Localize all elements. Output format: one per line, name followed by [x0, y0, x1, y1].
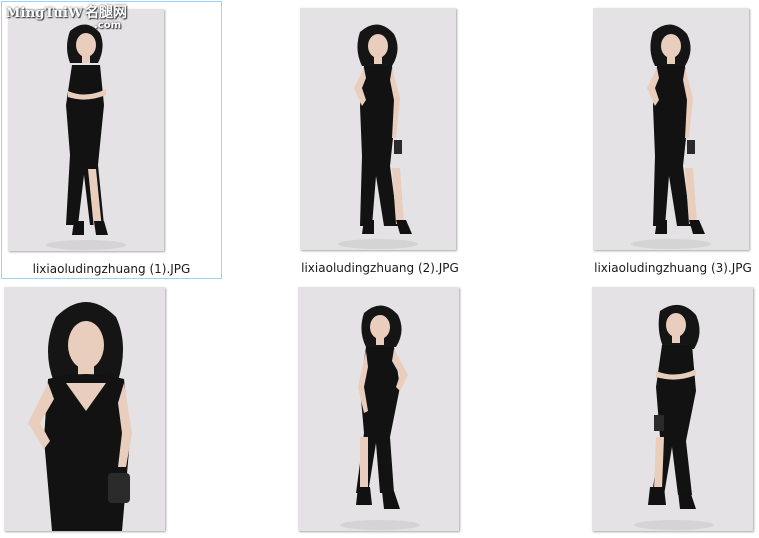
photo-side-pose — [298, 287, 459, 531]
photo-hand-on-hip — [300, 8, 456, 250]
watermark-chinese: 名腿网 — [84, 5, 127, 21]
watermark-brand: MingTuiW — [6, 6, 83, 21]
file-tile-2[interactable]: lixiaoludingzhuang (2).JPG — [296, 1, 466, 279]
file-tile-6[interactable] — [589, 282, 759, 538]
photo-arms-crossed — [8, 9, 164, 251]
file-tile-1[interactable]: lixiaoludingzhuang (1).JPG — [1, 1, 222, 279]
site-watermark: MingTuiW 名腿网 .com — [6, 5, 127, 31]
file-tile-3[interactable]: lixiaoludingzhuang (3).JPG — [589, 1, 759, 279]
file-tile-4[interactable] — [1, 282, 171, 538]
watermark-domain: .com — [94, 20, 122, 31]
thumbnail-image-2[interactable] — [300, 8, 456, 250]
thumbnail-image-5[interactable] — [298, 287, 459, 531]
photo-hand-on-hip-2 — [593, 8, 749, 250]
file-name-1[interactable]: lixiaoludingzhuang (1).JPG — [2, 262, 221, 276]
photo-close-up — [4, 287, 165, 531]
thumbnail-image-3[interactable] — [593, 8, 749, 250]
thumbnail-image-1[interactable] — [8, 9, 164, 251]
thumbnail-image-4[interactable] — [4, 287, 165, 531]
thumbnail-image-6[interactable] — [592, 287, 753, 531]
file-name-2[interactable]: lixiaoludingzhuang (2).JPG — [296, 261, 464, 275]
photo-side-arms-crossed — [592, 287, 753, 531]
file-explorer-thumbnail-grid: lixiaoludingzhuang (1).JPG lixiaoludingz… — [0, 0, 759, 538]
file-name-3[interactable]: lixiaoludingzhuang (3).JPG — [589, 261, 757, 275]
file-tile-5[interactable] — [296, 282, 466, 538]
